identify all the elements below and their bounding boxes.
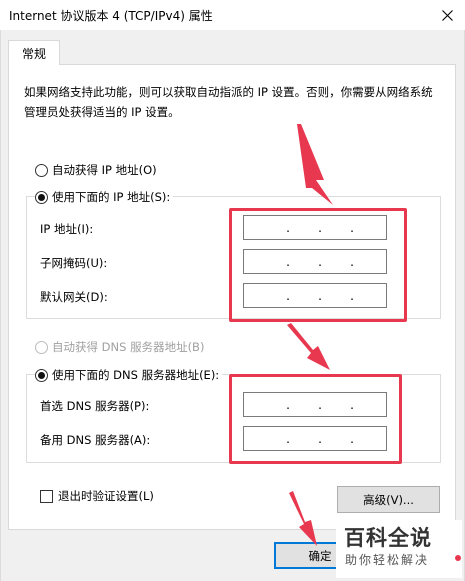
annotation-arrows	[287, 124, 333, 546]
annotation-arrow-2	[287, 323, 330, 370]
watermark-subtitle: 助你轻松解决	[345, 553, 430, 567]
watermark-dot	[455, 555, 461, 561]
watermark-title: 百科全说	[344, 526, 432, 550]
tab-general[interactable]: 常规	[8, 40, 60, 65]
annotation-arrow-3	[289, 491, 317, 546]
tab-label: 常规	[21, 46, 46, 61]
annotation-arrow-1	[297, 124, 333, 205]
